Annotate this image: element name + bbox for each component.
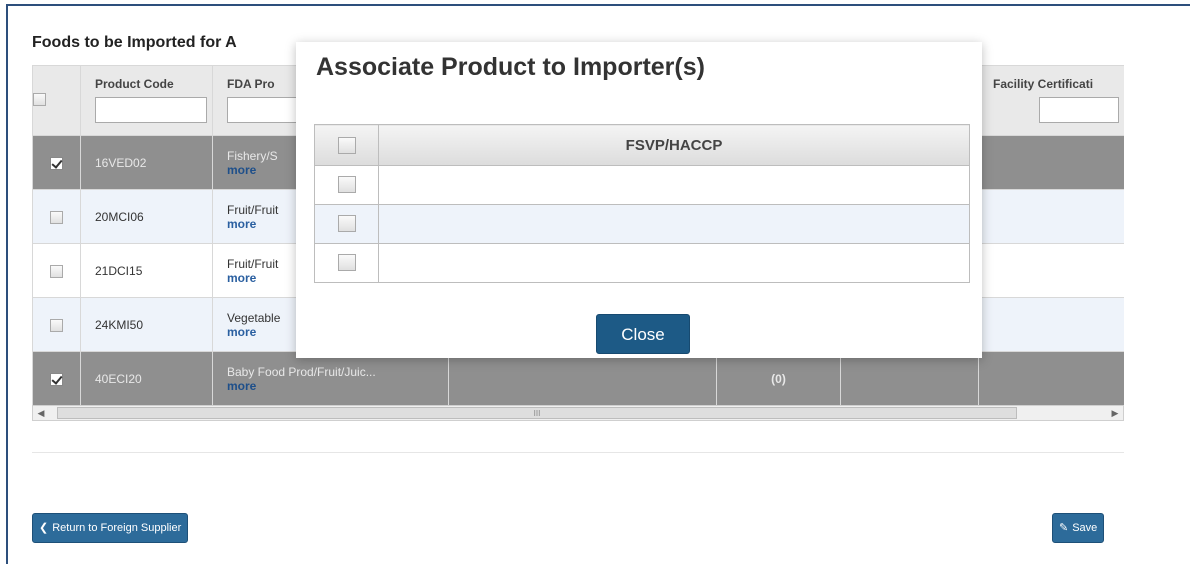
importer-row[interactable] <box>314 165 970 205</box>
column-label: Product Code <box>95 77 174 91</box>
scroll-right-icon[interactable]: ▶ <box>1107 406 1123 420</box>
row-checkbox[interactable] <box>50 372 63 386</box>
column-header-fsvp-haccp[interactable]: FSVP/HACCP <box>378 124 970 166</box>
product-code-cell: 40ECI20 <box>80 351 213 405</box>
importer-count[interactable]: (0) <box>716 351 841 405</box>
circle-arrow-left-icon: ❮ <box>39 522 49 534</box>
column-header-product-code[interactable]: Product Code <box>80 65 213 136</box>
return-label: Return to Foreign Supplier <box>52 522 182 534</box>
importer-cell <box>378 204 970 244</box>
importer-grid: FSVP/HACCP <box>314 124 970 283</box>
column-label: Facility Certificati <box>993 77 1094 91</box>
row-checkbox[interactable] <box>50 318 63 332</box>
section-title: Foods to be Imported for A <box>32 34 237 51</box>
importer-checkbox[interactable] <box>337 176 356 194</box>
row-checkbox[interactable] <box>50 156 63 170</box>
select-all-importers-checkbox[interactable] <box>337 136 356 154</box>
return-to-foreign-supplier-button[interactable]: ❮ Return to Foreign Supplier <box>32 513 189 543</box>
importer-checkbox[interactable] <box>337 254 356 272</box>
close-button[interactable]: Close <box>596 314 690 354</box>
save-label: Save <box>1072 522 1098 534</box>
product-code-cell: 20MCI06 <box>80 189 213 244</box>
save-button[interactable]: ✎ Save <box>1052 513 1105 543</box>
product-description: Baby Food Prod/Fruit/Juic... <box>227 364 376 379</box>
edit-icon: ✎ <box>1059 522 1069 534</box>
column-header-facility-certification[interactable]: Facility Certificati <box>978 65 1124 136</box>
product-code-filter-input[interactable] <box>95 97 207 123</box>
importer-checkbox[interactable] <box>337 215 356 233</box>
more-link[interactable]: more <box>227 379 448 393</box>
divider <box>32 452 1124 453</box>
facility-certification-filter-input[interactable] <box>1039 97 1119 123</box>
row-checkbox[interactable] <box>50 264 63 278</box>
select-all-header <box>32 65 81 136</box>
importer-cell <box>378 165 970 205</box>
scroll-left-icon[interactable]: ◀ <box>33 406 49 420</box>
importer-cell <box>378 243 970 283</box>
associate-importer-dialog: Associate Product to Importer(s) FSVP/HA… <box>296 42 982 358</box>
product-code-cell: 24KMI50 <box>80 297 213 352</box>
table-row[interactable]: 40ECI20 Baby Food Prod/Fruit/Juic... more… <box>32 351 1124 405</box>
horizontal-scrollbar[interactable]: ◀ III ▶ <box>32 405 1124 421</box>
dialog-title: Associate Product to Importer(s) <box>316 53 705 81</box>
product-code-cell: 16VED02 <box>80 135 213 190</box>
scrollbar-thumb[interactable]: III <box>57 407 1017 419</box>
product-code-cell: 21DCI15 <box>80 243 213 298</box>
select-all-checkbox[interactable] <box>33 93 46 106</box>
importer-row[interactable] <box>314 204 970 244</box>
row-checkbox[interactable] <box>50 210 63 224</box>
select-all-importers-header <box>314 124 379 166</box>
importer-row[interactable] <box>314 243 970 283</box>
